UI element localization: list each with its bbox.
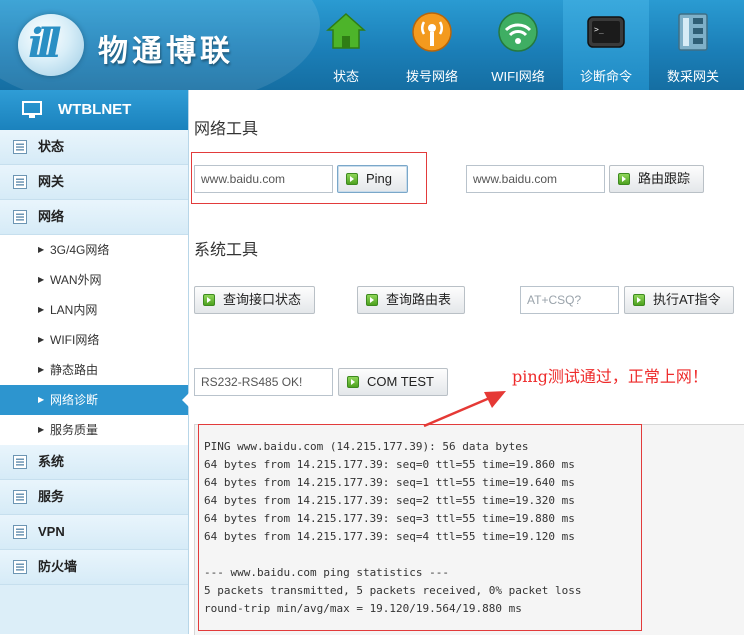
sidebar-item-label: 防火墙 xyxy=(38,559,78,574)
monitor-icon xyxy=(22,101,42,118)
network-submenu: ▶ 3G/4G网络 ▶ WAN外网 ▶ LAN内网 ▶ WIFI网络 ▶ 静态路由 ▶ 网络… xyxy=(0,235,189,445)
submenu-item-diagnostics[interactable]: ▶ 网络诊断 xyxy=(0,385,189,415)
output-line: 64 bytes from 14.215.177.39: seq=2 ttl=5… xyxy=(204,494,575,507)
sidebar-item-label: 网关 xyxy=(38,174,65,189)
nav-status[interactable]: 状态 xyxy=(303,0,389,90)
brand-name: 物通博联 xyxy=(98,34,234,69)
top-header: ill 物通博联 状态 拨号网络 WIFI网络 >_ 诊断命令 数采网关 xyxy=(0,0,744,90)
nav-gateway[interactable]: 数采网关 xyxy=(650,0,736,90)
svg-text:>_: >_ xyxy=(594,25,604,34)
sidebar-item-firewall[interactable]: 防火墙 xyxy=(0,550,188,585)
at-command-button[interactable]: 执行AT指令 xyxy=(624,286,734,314)
output-line: 64 bytes from 14.215.177.39: seq=0 ttl=5… xyxy=(204,458,575,471)
play-icon xyxy=(633,294,645,306)
triangle-right-icon: ▶ xyxy=(38,335,45,344)
sidebar-title-text: WTBLNET xyxy=(58,101,132,118)
play-icon xyxy=(618,173,630,185)
query-route-button[interactable]: 查询路由表 xyxy=(357,286,465,314)
triangle-right-icon: ▶ xyxy=(38,275,45,284)
device-panel-icon xyxy=(678,13,708,51)
output-line: PING www.baidu.com (14.215.177.39): 56 d… xyxy=(204,440,529,453)
submenu-item-wan[interactable]: ▶ WAN外网 xyxy=(0,265,188,295)
sidebar: WTBLNET 状态 网关 网络 ▶ 3G/4G网络 ▶ WAN外网 ▶ LAN内网 … xyxy=(0,90,189,634)
sidebar-item-label: VPN xyxy=(38,524,65,539)
com-test-input[interactable] xyxy=(194,368,333,396)
sidebar-item-status[interactable]: 状态 xyxy=(0,130,188,165)
nav-label: 数采网关 xyxy=(666,69,719,84)
triangle-right-icon: ▶ xyxy=(38,425,45,434)
list-icon xyxy=(13,455,27,469)
output-line: round-trip min/avg/max = 19.120/19.564/1… xyxy=(204,602,522,615)
list-icon xyxy=(13,490,27,504)
nav-wifi[interactable]: WIFI网络 xyxy=(475,0,561,90)
nav-label: 诊断命令 xyxy=(579,69,632,84)
terminal-icon: >_ xyxy=(587,16,625,48)
nav-label: 状态 xyxy=(332,69,359,84)
sidebar-item-system[interactable]: 系统 xyxy=(0,445,188,480)
list-icon xyxy=(13,210,27,224)
ping-button[interactable]: Ping xyxy=(337,165,408,193)
submenu-item-static-route[interactable]: ▶ 静态路由 xyxy=(0,355,188,385)
play-icon xyxy=(366,294,378,306)
output-line: 5 packets transmitted, 5 packets receive… xyxy=(204,584,582,597)
play-icon xyxy=(346,173,358,185)
triangle-right-icon: ▶ xyxy=(38,245,45,254)
sidebar-item-gateway[interactable]: 网关 xyxy=(0,165,188,200)
triangle-right-icon: ▶ xyxy=(38,305,45,314)
sidebar-item-label: 网络 xyxy=(38,209,65,224)
list-icon xyxy=(13,525,27,539)
ping-host-input[interactable] xyxy=(194,165,333,193)
list-icon xyxy=(13,560,27,574)
triangle-right-icon: ▶ xyxy=(38,365,45,374)
output-line: --- www.baidu.com ping statistics --- xyxy=(204,566,450,579)
network-tools-title: 网络工具 xyxy=(194,121,259,138)
annotation-text: ping测试通过，正常上网！ xyxy=(512,367,708,386)
sidebar-title: WTBLNET xyxy=(0,90,188,130)
query-interface-button[interactable]: 查询接口状态 xyxy=(194,286,315,314)
home-icon xyxy=(326,12,366,49)
play-icon xyxy=(203,294,215,306)
nav-label: 拨号网络 xyxy=(405,69,458,84)
nav-dialup[interactable]: 拨号网络 xyxy=(389,0,475,90)
sidebar-item-network[interactable]: 网络 xyxy=(0,200,188,235)
output-line: 64 bytes from 14.215.177.39: seq=4 ttl=5… xyxy=(204,530,575,543)
broadcast-icon xyxy=(412,12,452,52)
sidebar-item-vpn[interactable]: VPN xyxy=(0,515,188,550)
list-icon xyxy=(13,140,27,154)
sidebar-item-service[interactable]: 服务 xyxy=(0,480,188,515)
play-icon xyxy=(347,376,359,388)
sidebar-item-label: 状态 xyxy=(38,139,65,154)
nav-diagnostics[interactable]: >_ 诊断命令 xyxy=(563,0,649,90)
output-line: 64 bytes from 14.215.177.39: seq=3 ttl=5… xyxy=(204,512,575,525)
list-icon xyxy=(13,175,27,189)
sidebar-item-label: 服务 xyxy=(38,489,65,504)
at-command-input[interactable] xyxy=(520,286,619,314)
trace-host-input[interactable] xyxy=(466,165,605,193)
triangle-right-icon: ▶ xyxy=(38,395,45,404)
submenu-item-qos[interactable]: ▶ 服务质量 xyxy=(0,415,188,445)
submenu-item-3g4g[interactable]: ▶ 3G/4G网络 xyxy=(0,235,188,265)
sidebar-item-label: 系统 xyxy=(38,454,65,469)
submenu-item-wifi[interactable]: ▶ WIFI网络 xyxy=(0,325,188,355)
output-line: 64 bytes from 14.215.177.39: seq=1 ttl=5… xyxy=(204,476,575,489)
system-tools-title: 系统工具 xyxy=(194,242,259,259)
output-highlight-box xyxy=(198,424,642,631)
traceroute-button[interactable]: 路由跟踪 xyxy=(609,165,704,193)
wifi-icon xyxy=(498,12,538,52)
nav-label: WIFI网络 xyxy=(491,69,545,84)
submenu-item-lan[interactable]: ▶ LAN内网 xyxy=(0,295,188,325)
annotation-arrow-icon xyxy=(423,391,506,428)
logo-icon: ill xyxy=(18,14,84,76)
